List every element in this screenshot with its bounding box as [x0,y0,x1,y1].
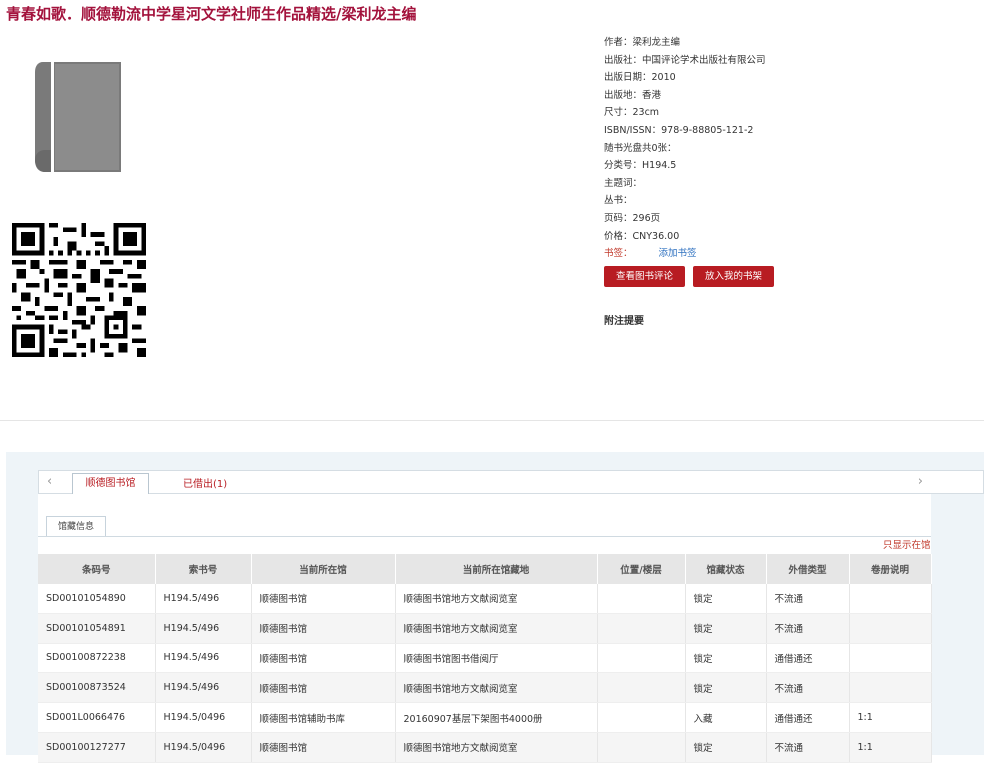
bookmark-row: 书签： 添加书签 [604,245,766,263]
library-tabbar: ‹ 顺德图书馆 已借出(1) › [38,470,984,495]
col-barcode: 条码号 [38,554,156,584]
cell-volume: 1:1 [849,702,932,733]
cell-location: 20160907基层下架图书4000册 [395,702,598,733]
cell-loan-type: 通借通还 [766,702,850,733]
cell-barcode: SD00100127277 [38,732,156,763]
cell-barcode: SD00100873524 [38,672,156,704]
cell-loan-type: 不流通 [766,672,850,704]
cell-location: 顺德图书馆地方文献阅览室 [395,672,598,704]
cell-call-number: H194.5/496 [155,672,252,704]
cell-call-number: H194.5/496 [155,613,252,644]
section-divider [0,420,984,421]
view-reviews-button[interactable]: 查看图书评论 [604,266,685,287]
meta-publisher: 出版社：中国评论学术出版社有限公司 [604,54,766,66]
bookmark-label: 书签： [604,248,633,260]
cell-loan-type: 不流通 [766,584,850,614]
col-call-number: 索书号 [155,554,252,584]
meta-pub-place: 出版地：香港 [604,89,662,101]
notes-heading: 附注提要 [604,316,644,327]
cell-call-number: H194.5/496 [155,584,252,614]
meta-series: 丛书： [604,195,633,207]
cell-loan-type: 不流通 [766,613,850,644]
cell-status: 锁定 [685,643,767,674]
col-loan-type: 外借类型 [766,554,850,584]
holdings-table: 条码号 索书号 当前所在馆 当前所在馆藏地 位置/楼层 馆藏状态 外借类型 卷册… [38,554,932,763]
cell-volume [849,584,932,614]
cell-status: 锁定 [685,584,767,614]
cell-library: 顺德图书馆 [251,732,396,763]
cell-call-number: H194.5/0496 [155,702,252,733]
cell-barcode: SD00101054890 [38,584,156,614]
cell-status: 锁定 [685,672,767,704]
cell-library: 顺德图书馆辅助书库 [251,702,396,733]
table-row: SD00101054891 H194.5/496 顺德图书馆 顺德图书馆地方文献… [38,613,932,644]
cell-call-number: H194.5/0496 [155,732,252,763]
col-current-location: 当前所在馆藏地 [395,554,598,584]
meta-classification: 分类号：H194.5 [604,160,677,172]
cell-loan-type: 不流通 [766,732,850,763]
chevron-left-icon[interactable]: ‹ [47,474,52,489]
cell-volume: 1:1 [849,732,932,763]
cell-location: 顺德图书馆地方文献阅览室 [395,613,598,644]
tab-borrowed[interactable]: 已借出(1) [183,475,227,490]
table-row: SD00100127277 H194.5/0496 顺德图书馆 顺德图书馆地方文… [38,732,932,763]
cell-shelf [597,702,686,733]
cell-shelf [597,732,686,763]
meta-subject: 主题词： [604,177,643,189]
table-row: SD00101054890 H194.5/496 顺德图书馆 顺德图书馆地方文献… [38,584,932,614]
cell-library: 顺德图书馆 [251,613,396,644]
add-bookmark-link[interactable]: 添加书签 [659,248,697,259]
book-icon [35,62,121,172]
table-row: SD001L0066476 H194.5/0496 顺德图书馆辅助书库 2016… [38,702,932,733]
only-in-library-link[interactable]: 只显示在馆 [883,537,931,551]
cell-shelf [597,613,686,644]
cell-barcode: SD001L0066476 [38,702,156,733]
cell-location: 顺德图书馆地方文献阅览室 [395,584,598,614]
cell-shelf [597,584,686,614]
table-row: SD00100873524 H194.5/496 顺德图书馆 顺德图书馆地方文献… [38,672,932,704]
tab-shunde-library[interactable]: 顺德图书馆 [72,473,149,495]
subtab-divider [38,536,931,537]
cell-volume [849,613,932,644]
meta-price: 价格：CNY36.00 [604,230,680,242]
cell-status: 锁定 [685,613,767,644]
book-metadata: 作者：梁利龙主编 出版社：中国评论学术出版社有限公司 出版日期：2010 出版地… [604,34,766,263]
cell-loan-type: 通借通还 [766,643,850,674]
cell-status: 锁定 [685,732,767,763]
cell-location: 顺德图书馆地方文献阅览室 [395,732,598,763]
table-header-row: 条码号 索书号 当前所在馆 当前所在馆藏地 位置/楼层 馆藏状态 外借类型 卷册… [38,554,932,584]
meta-isbn: ISBN/ISSN：978-9-88805-121-2 [604,124,754,136]
cell-call-number: H194.5/496 [155,643,252,674]
meta-author: 作者：梁利龙主编 [604,37,681,48]
meta-cd-count: 随书光盘共0张： [604,142,677,154]
cell-volume [849,672,932,704]
add-to-shelf-button[interactable]: 放入我的书架 [693,266,774,287]
qr-code-icon [12,223,146,357]
col-volume: 卷册说明 [849,554,932,584]
cell-status: 入藏 [685,702,767,733]
cell-library: 顺德图书馆 [251,672,396,704]
cell-library: 顺德图书馆 [251,643,396,674]
meta-size: 尺寸：23cm [604,107,660,119]
cell-library: 顺德图书馆 [251,584,396,614]
meta-pages: 页码：296页 [604,212,661,224]
tab-holdings-info[interactable]: 馆藏信息 [46,516,106,536]
cell-barcode: SD00101054891 [38,613,156,644]
book-title: 青春如歌．顺德勒流中学星河文学社师生作品精选/梁利龙主编 [6,5,417,23]
chevron-right-icon[interactable]: › [918,474,923,489]
meta-pub-date: 出版日期：2010 [604,72,676,84]
cell-volume [849,643,932,674]
col-current-library: 当前所在馆 [251,554,396,584]
cell-shelf [597,672,686,704]
cell-location: 顺德图书馆图书借阅厅 [395,643,598,674]
table-row: SD00100872238 H194.5/496 顺德图书馆 顺德图书馆图书借阅… [38,643,932,674]
cell-shelf [597,643,686,674]
col-shelf-floor: 位置/楼层 [597,554,686,584]
col-status: 馆藏状态 [685,554,767,584]
cell-barcode: SD00100872238 [38,643,156,674]
